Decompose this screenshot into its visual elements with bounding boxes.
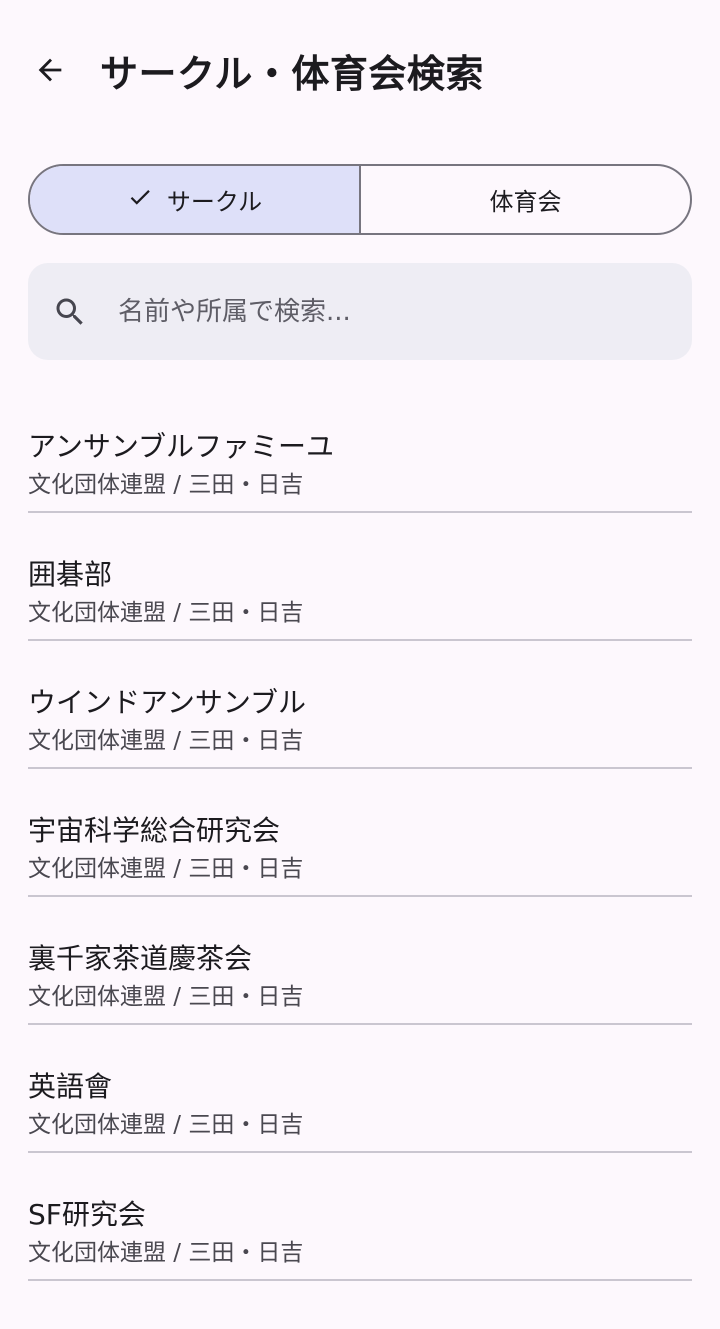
- item-meta: 文化団体連盟 / 三田・日吉: [28, 856, 304, 882]
- item-meta: 文化団体連盟 / 三田・日吉: [28, 728, 304, 754]
- segment-athletic-label: 体育会: [489, 188, 562, 216]
- list-item[interactable]: SF研究会 文化団体連盟 / 三田・日吉: [28, 1153, 692, 1281]
- item-meta: 文化団体連盟 / 三田・日吉: [28, 1112, 304, 1138]
- item-name: 英語會: [28, 1070, 113, 1103]
- list-item[interactable]: 宇宙科学総合研究会 文化団体連盟 / 三田・日吉: [28, 769, 692, 897]
- item-name: アンサンブルファミーユ: [28, 430, 335, 463]
- segment-circle[interactable]: サークル: [30, 166, 361, 233]
- list-item[interactable]: 英語會 文化団体連盟 / 三田・日吉: [28, 1025, 692, 1153]
- item-meta: 文化団体連盟 / 三田・日吉: [28, 984, 304, 1010]
- item-meta: 文化団体連盟 / 三田・日吉: [28, 472, 304, 498]
- arrow-left-icon: [33, 53, 67, 91]
- item-name: 宇宙科学総合研究会: [28, 814, 281, 847]
- list-item[interactable]: アンサンブルファミーユ 文化団体連盟 / 三田・日吉: [28, 385, 692, 513]
- item-name: 裏千家茶道慶茶会: [28, 942, 253, 975]
- search-bar[interactable]: [28, 263, 692, 360]
- segment-circle-label: サークル: [166, 188, 263, 216]
- list-item[interactable]: ウインドアンサンブル 文化団体連盟 / 三田・日吉: [28, 641, 692, 769]
- list-item[interactable]: 裏千家茶道慶茶会 文化団体連盟 / 三田・日吉: [28, 897, 692, 1025]
- check-icon: [127, 184, 153, 216]
- item-meta: 文化団体連盟 / 三田・日吉: [28, 600, 304, 626]
- search-input[interactable]: [118, 296, 638, 327]
- item-name: 囲碁部: [28, 558, 113, 591]
- search-icon: [52, 294, 88, 330]
- top-app-bar: サークル・体育会検索: [0, 0, 720, 150]
- item-meta: 文化団体連盟 / 三田・日吉: [28, 1240, 304, 1266]
- segment-athletic[interactable]: 体育会: [361, 166, 690, 233]
- item-name: ウインドアンサンブル: [28, 686, 307, 719]
- list-item[interactable]: 囲碁部 文化団体連盟 / 三田・日吉: [28, 513, 692, 641]
- results-list: アンサンブルファミーユ 文化団体連盟 / 三田・日吉 囲碁部 文化団体連盟 / …: [28, 385, 692, 1281]
- back-button[interactable]: [28, 48, 72, 96]
- page-title: サークル・体育会検索: [100, 52, 484, 96]
- item-name: SF研究会: [28, 1198, 146, 1231]
- category-segmented-button: サークル 体育会: [28, 164, 692, 235]
